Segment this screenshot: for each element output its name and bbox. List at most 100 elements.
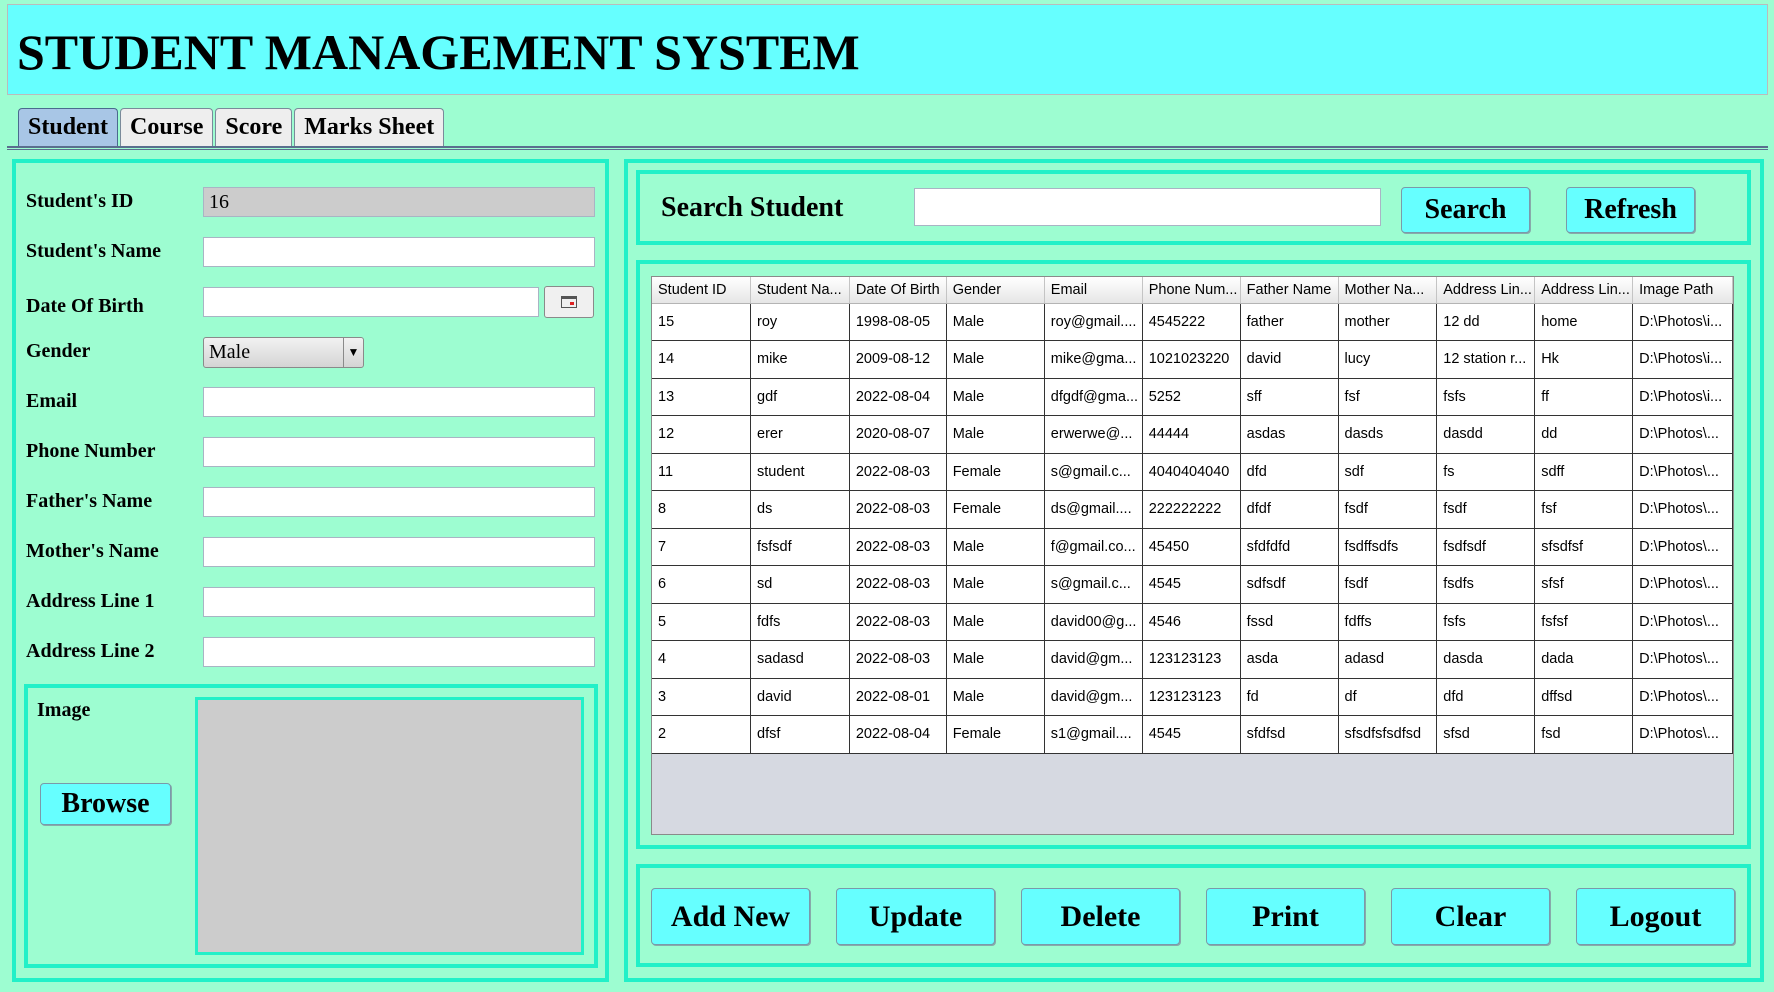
father-name-field[interactable] [203, 487, 595, 517]
table-cell[interactable]: 11 [652, 453, 751, 491]
table-cell[interactable]: fsf [1338, 378, 1438, 416]
table-cell[interactable]: 12 [652, 415, 751, 454]
table-cell[interactable]: 2022-08-03 [849, 565, 947, 604]
table-cell[interactable]: fsdf [1436, 490, 1536, 529]
table-cell[interactable]: 4040404040 [1142, 453, 1241, 491]
column-header[interactable]: Address Lin... [1436, 277, 1536, 304]
table-cell[interactable]: D:\Photos\... [1632, 490, 1733, 529]
table-cell[interactable]: fsfs [1436, 378, 1536, 416]
table-cell[interactable]: fsfsdf [750, 528, 850, 566]
table-cell[interactable]: dd [1534, 415, 1634, 454]
refresh-button[interactable]: Refresh [1566, 187, 1695, 233]
table-cell[interactable]: 4 [652, 640, 751, 679]
table-cell[interactable]: fssd [1240, 603, 1339, 641]
table-cell[interactable]: D:\Photos\i... [1632, 378, 1733, 416]
tab-course[interactable]: Course [120, 108, 214, 146]
table-cell[interactable]: david [750, 678, 850, 716]
table-cell[interactable]: sdff [1534, 453, 1634, 491]
table-cell[interactable]: Male [946, 565, 1045, 604]
table-cell[interactable]: erer [750, 415, 850, 454]
table-row[interactable]: 13 gdf 2022-08-04 Male dfgdf@gma... 5252 sff fs… [652, 378, 1733, 416]
table-cell[interactable]: 13 [652, 378, 751, 416]
student-name-field[interactable] [203, 237, 595, 267]
table-cell[interactable]: ff [1534, 378, 1634, 416]
browse-button[interactable]: Browse [40, 783, 171, 825]
table-cell[interactable]: dfd [1240, 453, 1339, 491]
phone-number-field[interactable] [203, 437, 595, 467]
table-cell[interactable]: sfsf [1534, 565, 1634, 604]
address-line-2-field[interactable] [203, 637, 595, 667]
table-cell[interactable]: ds@gmail.... [1044, 490, 1143, 529]
date-picker-button[interactable] [544, 286, 594, 318]
table-cell[interactable]: dfgdf@gma... [1044, 378, 1143, 416]
table-cell[interactable]: 45450 [1142, 528, 1241, 566]
table-cell[interactable]: dasda [1436, 640, 1536, 679]
table-cell[interactable]: 44444 [1142, 415, 1241, 454]
table-cell[interactable]: fs [1436, 453, 1536, 491]
table-cell[interactable]: 2022-08-04 [849, 715, 947, 754]
table-cell[interactable]: david@gm... [1044, 678, 1143, 716]
table-cell[interactable]: D:\Photos\... [1632, 678, 1733, 716]
table-cell[interactable]: f@gmail.co... [1044, 528, 1143, 566]
search-button[interactable]: Search [1401, 187, 1530, 233]
table-cell[interactable]: 5 [652, 603, 751, 641]
table-cell[interactable]: dada [1534, 640, 1634, 679]
table-cell[interactable]: fsf [1534, 490, 1634, 529]
table-cell[interactable]: dasdd [1436, 415, 1536, 454]
column-header[interactable]: Student Na... [750, 277, 850, 304]
table-cell[interactable]: Male [946, 303, 1045, 341]
table-cell[interactable]: ds [750, 490, 850, 529]
address-line-1-field[interactable] [203, 587, 595, 617]
table-cell[interactable]: dffsd [1534, 678, 1634, 716]
table-cell[interactable]: dfdf [1240, 490, 1339, 529]
table-cell[interactable]: sdfsdf [1240, 565, 1339, 604]
table-cell[interactable]: s1@gmail.... [1044, 715, 1143, 754]
search-input[interactable] [914, 188, 1381, 226]
gender-select[interactable]: Male ▼ [203, 337, 364, 368]
table-cell[interactable]: 2022-08-03 [849, 603, 947, 641]
table-cell[interactable]: mike [750, 340, 850, 379]
table-cell[interactable]: 3 [652, 678, 751, 716]
table-cell[interactable]: 1021023220 [1142, 340, 1241, 379]
table-cell[interactable]: 2022-08-03 [849, 528, 947, 566]
table-cell[interactable]: sfsdfsfsdfsd [1338, 715, 1438, 754]
email-field[interactable] [203, 387, 595, 417]
table-cell[interactable]: home [1534, 303, 1634, 341]
column-header[interactable]: Phone Num... [1142, 277, 1241, 304]
table-cell[interactable]: fsd [1534, 715, 1634, 754]
table-cell[interactable]: Male [946, 415, 1045, 454]
table-row[interactable]: 5 fdfs 2022-08-03 Male david00@g... 4546 fssd f… [652, 603, 1733, 641]
table-cell[interactable]: 4545 [1142, 715, 1241, 754]
column-header[interactable]: Address Lin... [1534, 277, 1634, 304]
table-cell[interactable]: erwerwe@... [1044, 415, 1143, 454]
table-cell[interactable]: sfsd [1436, 715, 1536, 754]
table-cell[interactable]: dfd [1436, 678, 1536, 716]
table-cell[interactable]: fsfsf [1534, 603, 1634, 641]
tab-student[interactable]: Student [18, 108, 119, 146]
table-cell[interactable]: fsdf [1338, 565, 1438, 604]
update-button[interactable]: Update [836, 888, 995, 945]
table-cell[interactable]: 4545222 [1142, 303, 1241, 341]
table-cell[interactable]: sdf [1338, 453, 1438, 491]
table-cell[interactable]: 5252 [1142, 378, 1241, 416]
table-cell[interactable]: 2009-08-12 [849, 340, 947, 379]
logout-button[interactable]: Logout [1576, 888, 1735, 945]
table-cell[interactable]: student [750, 453, 850, 491]
tab-marks-sheet[interactable]: Marks Sheet [294, 108, 445, 146]
table-cell[interactable]: D:\Photos\... [1632, 640, 1733, 679]
table-cell[interactable]: D:\Photos\... [1632, 715, 1733, 754]
table-cell[interactable]: 1998-08-05 [849, 303, 947, 341]
table-cell[interactable]: father [1240, 303, 1339, 341]
table-cell[interactable]: Female [946, 453, 1045, 491]
table-cell[interactable]: sfsdfsf [1534, 528, 1634, 566]
table-row[interactable]: 2 dfsf 2022-08-04 Female s1@gmail.... 4545 sfd… [652, 715, 1733, 754]
table-cell[interactable]: fdffs [1338, 603, 1438, 641]
table-cell[interactable]: s@gmail.c... [1044, 453, 1143, 491]
column-header[interactable]: Email [1044, 277, 1143, 304]
mother-name-field[interactable] [203, 537, 595, 567]
table-cell[interactable]: fsdf [1338, 490, 1438, 529]
table-cell[interactable]: 4545 [1142, 565, 1241, 604]
table-cell[interactable]: Male [946, 378, 1045, 416]
table-cell[interactable]: 8 [652, 490, 751, 529]
table-cell[interactable]: sd [750, 565, 850, 604]
